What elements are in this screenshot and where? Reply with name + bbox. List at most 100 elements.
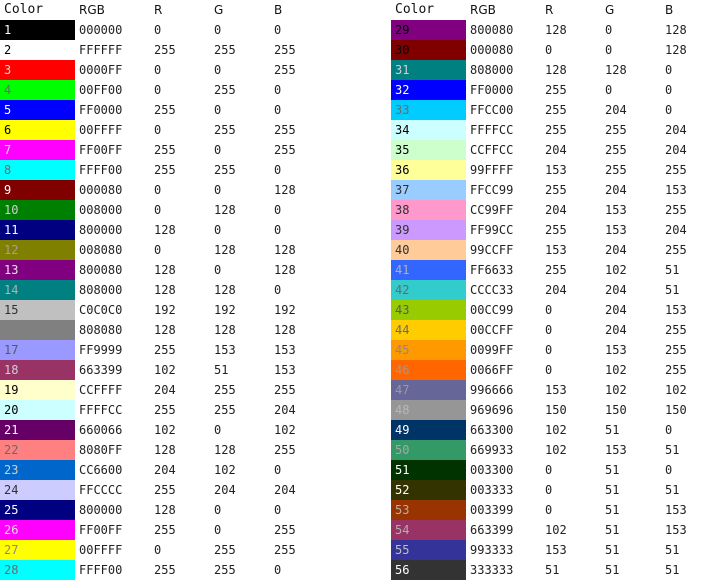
table-row: 56 333333 51 51 51	[391, 560, 721, 580]
table-row: 46 0066FF 0 102 255	[391, 360, 721, 380]
b-value-cell: 51	[665, 483, 680, 497]
rgb-hex-cell: FFFFFF	[79, 43, 123, 57]
header-r: R	[154, 3, 163, 17]
b-value-cell: 102	[274, 423, 296, 437]
b-value-cell: 255	[665, 203, 687, 217]
table-row: 19 CCFFFF 204 255 255	[0, 380, 330, 400]
rgb-hex-cell: FF99CC	[470, 223, 514, 237]
b-value-cell: 153	[665, 183, 687, 197]
rgb-hex-cell: 800080	[470, 23, 514, 37]
b-value-cell: 128	[274, 183, 296, 197]
color-index-swatch: 22	[0, 440, 75, 460]
rgb-hex-cell: 660066	[79, 423, 123, 437]
rgb-hex-cell: 8080FF	[79, 443, 123, 457]
r-value-cell: 204	[545, 203, 567, 217]
table-row: 47 996666 153 102 102	[391, 380, 721, 400]
g-value-cell: 0	[214, 103, 222, 117]
r-value-cell: 255	[154, 403, 176, 417]
rgb-hex-cell: 800000	[79, 223, 123, 237]
b-value-cell: 0	[665, 463, 673, 477]
table-row: 32 FF0000 255 0 0	[391, 80, 721, 100]
r-value-cell: 0	[545, 363, 553, 377]
header-b: B	[274, 3, 283, 17]
rgb-hex-cell: FFFFCC	[79, 403, 123, 417]
r-value-cell: 102	[154, 363, 176, 377]
rgb-hex-cell: 00FFFF	[79, 543, 123, 557]
b-value-cell: 255	[665, 323, 687, 337]
rgb-hex-cell: 000080	[470, 43, 514, 57]
table-row: 26 FF00FF 255 0 255	[0, 520, 330, 540]
color-index-swatch: 29	[391, 20, 466, 40]
table-row: 17 FF9999 255 153 153	[0, 340, 330, 360]
r-value-cell: 128	[154, 263, 176, 277]
b-value-cell: 255	[274, 123, 296, 137]
r-value-cell: 255	[154, 143, 176, 157]
r-value-cell: 128	[154, 283, 176, 297]
b-value-cell: 150	[665, 403, 687, 417]
table-row: 25 800000 128 0 0	[0, 500, 330, 520]
r-value-cell: 0	[154, 123, 162, 137]
table-row: 34 FFFFCC 255 255 204	[391, 120, 721, 140]
color-index-swatch: 31	[391, 60, 466, 80]
rgb-hex-cell: 800080	[79, 263, 123, 277]
rgb-hex-cell: 00FF00	[79, 83, 123, 97]
color-index-swatch: 1	[0, 20, 75, 40]
rgb-hex-cell: 800000	[79, 503, 123, 517]
r-value-cell: 128	[545, 63, 567, 77]
color-index-swatch: 35	[391, 140, 466, 160]
g-value-cell: 102	[605, 263, 627, 277]
color-index-swatch: 10	[0, 200, 75, 220]
rgb-hex-cell: 000000	[79, 23, 123, 37]
table-row: 6 00FFFF 0 255 255	[0, 120, 330, 140]
color-index-swatch: 53	[391, 500, 466, 520]
g-value-cell: 0	[214, 423, 222, 437]
g-value-cell: 204	[605, 303, 627, 317]
rgb-hex-cell: FF00FF	[79, 523, 123, 537]
table-row: 8 FFFF00 255 255 0	[0, 160, 330, 180]
r-value-cell: 204	[154, 383, 176, 397]
b-value-cell: 0	[274, 563, 282, 577]
b-value-cell: 255	[274, 143, 296, 157]
header-color: Color	[4, 2, 44, 17]
rgb-hex-cell: CCFFFF	[79, 383, 123, 397]
table-row: 23 CC6600 204 102 0	[0, 460, 330, 480]
rgb-hex-cell: 993333	[470, 543, 514, 557]
header-rgb: RGB	[79, 3, 105, 17]
rgb-hex-cell: CCFFCC	[470, 143, 514, 157]
header-b: B	[665, 3, 674, 17]
b-value-cell: 192	[274, 303, 296, 317]
g-value-cell: 204	[605, 243, 627, 257]
rgb-hex-cell: 969696	[470, 403, 514, 417]
g-value-cell: 153	[605, 343, 627, 357]
g-value-cell: 150	[605, 403, 627, 417]
color-index-swatch: 56	[391, 560, 466, 580]
b-value-cell: 0	[665, 83, 673, 97]
table-row: 24 FFCCCC 255 204 204	[0, 480, 330, 500]
table-row: 43 00CC99 0 204 153	[391, 300, 721, 320]
table-row: 3 0000FF 0 0 255	[0, 60, 330, 80]
table-row: 18 663399 102 51 153	[0, 360, 330, 380]
b-value-cell: 51	[665, 543, 680, 557]
g-value-cell: 255	[214, 383, 236, 397]
r-value-cell: 255	[545, 103, 567, 117]
table-row: 22 8080FF 128 128 255	[0, 440, 330, 460]
g-value-cell: 51	[214, 363, 229, 377]
r-value-cell: 128	[154, 323, 176, 337]
table-row: 2 FFFFFF 255 255 255	[0, 40, 330, 60]
r-value-cell: 150	[545, 403, 567, 417]
r-value-cell: 102	[545, 443, 567, 457]
r-value-cell: 0	[545, 43, 553, 57]
g-value-cell: 0	[214, 183, 222, 197]
b-value-cell: 204	[665, 223, 687, 237]
rgb-hex-cell: 003300	[470, 463, 514, 477]
g-value-cell: 0	[605, 83, 613, 97]
rgb-hex-cell: 99CCFF	[470, 243, 514, 257]
table-row: 40 99CCFF 153 204 255	[391, 240, 721, 260]
color-index-swatch: 26	[0, 520, 75, 540]
b-value-cell: 0	[274, 103, 282, 117]
r-value-cell: 128	[545, 23, 567, 37]
right-color-table: Color RGB R G B 29 800080 128 0 128 30 000080 0…	[391, 0, 721, 580]
r-value-cell: 0	[154, 63, 162, 77]
r-value-cell: 153	[545, 383, 567, 397]
table-row: 30 000080 0 0 128	[391, 40, 721, 60]
